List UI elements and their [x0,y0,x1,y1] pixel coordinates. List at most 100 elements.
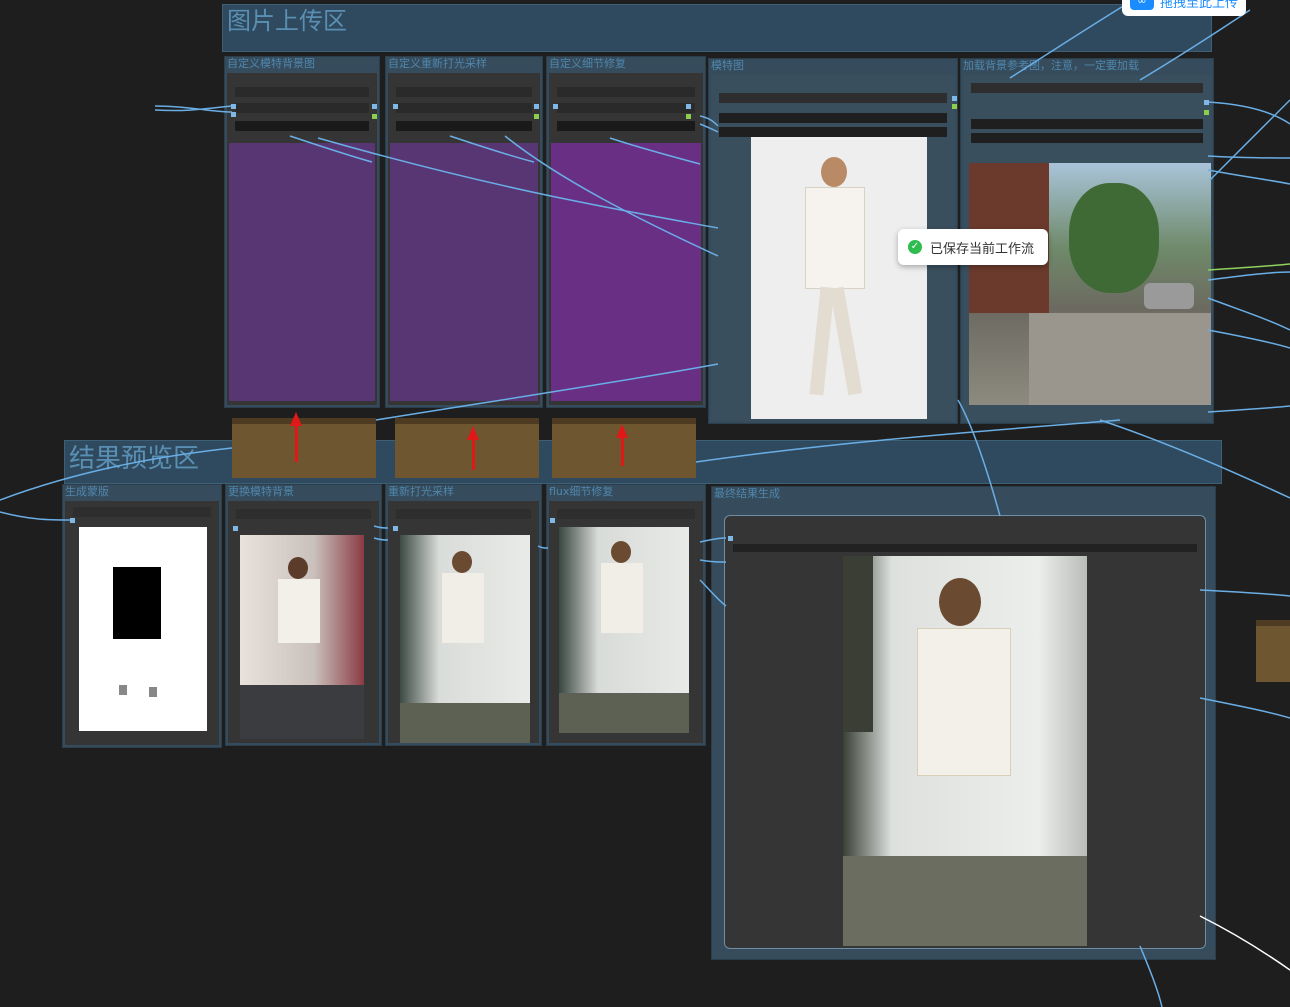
input-slot[interactable] [550,518,555,523]
model-leg [809,286,835,396]
node-body [388,73,540,405]
node-relight-sampling[interactable]: 重新打光采样 [385,484,542,746]
note-node-overlap [395,440,539,478]
saved-toast: ✓ 已保存当前工作流 [898,229,1048,265]
bypass-overlay [390,143,538,401]
node-title: 生成蒙版 [65,485,109,498]
wire [1207,271,1290,281]
input-slot[interactable] [393,526,398,531]
node-body [65,501,219,745]
node-title: 自定义细节修复 [549,57,626,70]
node-body [549,501,703,743]
output-slot[interactable] [686,104,691,109]
node-title: 重新打光采样 [388,485,454,498]
input-slot[interactable] [233,526,238,531]
mask-preview [79,527,207,731]
node-widget-row[interactable] [396,121,532,131]
wire [1207,169,1290,185]
node-body [388,501,539,743]
node-swap-background[interactable]: 更换模特背景 [225,484,382,746]
wire [1207,155,1290,159]
preview-group-title: 结果预览区 [69,444,200,474]
red-arrow-shaft [472,440,475,470]
wire [1207,101,1290,125]
model-head [452,551,472,573]
node-title: flux细节修复 [549,485,614,498]
wire [1207,297,1290,331]
node-widget-row[interactable] [733,544,1197,552]
node-custom-model-bg[interactable]: 自定义模特背景图 [224,56,380,408]
wire [1207,263,1290,271]
node-widget-row[interactable] [557,103,695,113]
floor [240,685,364,739]
node-widget-row[interactable] [396,509,531,519]
model-jacket [442,573,484,643]
input-slot[interactable] [231,112,236,117]
input-slot[interactable] [728,536,733,541]
node-body [228,501,379,743]
node-title: 自定义模特背景图 [227,57,315,70]
wire [1209,99,1290,181]
relight-preview [400,535,530,743]
mask-garment [113,567,161,639]
output-slot[interactable] [686,114,691,119]
node-widget-row[interactable] [236,509,371,519]
input-slot[interactable] [231,104,236,109]
output-slot[interactable] [1204,100,1209,105]
model-jacket [805,187,865,289]
node-widget-row[interactable] [971,83,1203,93]
model-jacket [601,563,643,633]
model-photo [751,137,927,419]
swap-background-preview [240,535,364,739]
node-widget-row[interactable] [971,133,1203,143]
node-widget-row[interactable] [719,93,947,103]
ground [843,856,1087,946]
model-head [821,157,847,187]
mask-shoe [119,685,127,695]
upload-group-title: 图片上传区 [227,7,347,35]
node-final-result[interactable]: 最终结果生成 [711,486,1216,960]
output-slot[interactable] [372,104,377,109]
input-slot[interactable] [70,518,75,523]
output-slot[interactable] [952,104,957,109]
node-generate-mask[interactable]: 生成蒙版 [62,484,222,748]
output-slot[interactable] [534,104,539,109]
output-slot[interactable] [372,114,377,119]
node-title: 加载背景参考图，注意，一定要加载 [963,59,1139,72]
street-photo [969,163,1211,405]
node-title: 更换模特背景 [228,485,294,498]
ground [559,693,689,733]
note-node-overlap [552,440,696,478]
node-custom-relight[interactable]: 自定义重新打光采样 [385,56,543,408]
node-widget-row[interactable] [396,87,532,97]
wire [154,105,233,112]
node-widget-row[interactable] [235,121,369,131]
input-slot[interactable] [553,104,558,109]
node-widget-row[interactable] [73,507,211,517]
node-widget-row[interactable] [971,119,1203,129]
model-head [939,578,981,626]
tree-canopy [1069,183,1159,293]
node-widget-row[interactable] [557,509,695,519]
flux-fix-preview [559,527,689,733]
wire [1207,405,1290,413]
drag-upload-button[interactable]: ∞ 拖拽至此上传 [1122,0,1246,16]
output-slot[interactable] [952,96,957,101]
final-result-photo [843,556,1087,946]
node-widget-row[interactable] [235,103,369,113]
node-custom-detail-fix[interactable]: 自定义细节修复 [546,56,706,408]
node-widget-row[interactable] [396,103,532,113]
node-flux-detail-fix[interactable]: flux细节修复 [546,484,706,746]
note-node-offscreen[interactable] [1256,620,1290,682]
node-widget-row[interactable] [235,87,369,97]
node-body [714,503,1213,957]
node-widget-row[interactable] [719,113,947,123]
output-slot[interactable] [534,114,539,119]
upload-group[interactable]: 图片上传区 [222,4,1212,52]
output-slot[interactable] [1204,110,1209,115]
node-widget-row[interactable] [557,121,695,131]
node-widget-row[interactable] [719,127,947,137]
wire [1207,329,1290,349]
input-slot[interactable] [393,104,398,109]
node-widget-row[interactable] [557,87,695,97]
